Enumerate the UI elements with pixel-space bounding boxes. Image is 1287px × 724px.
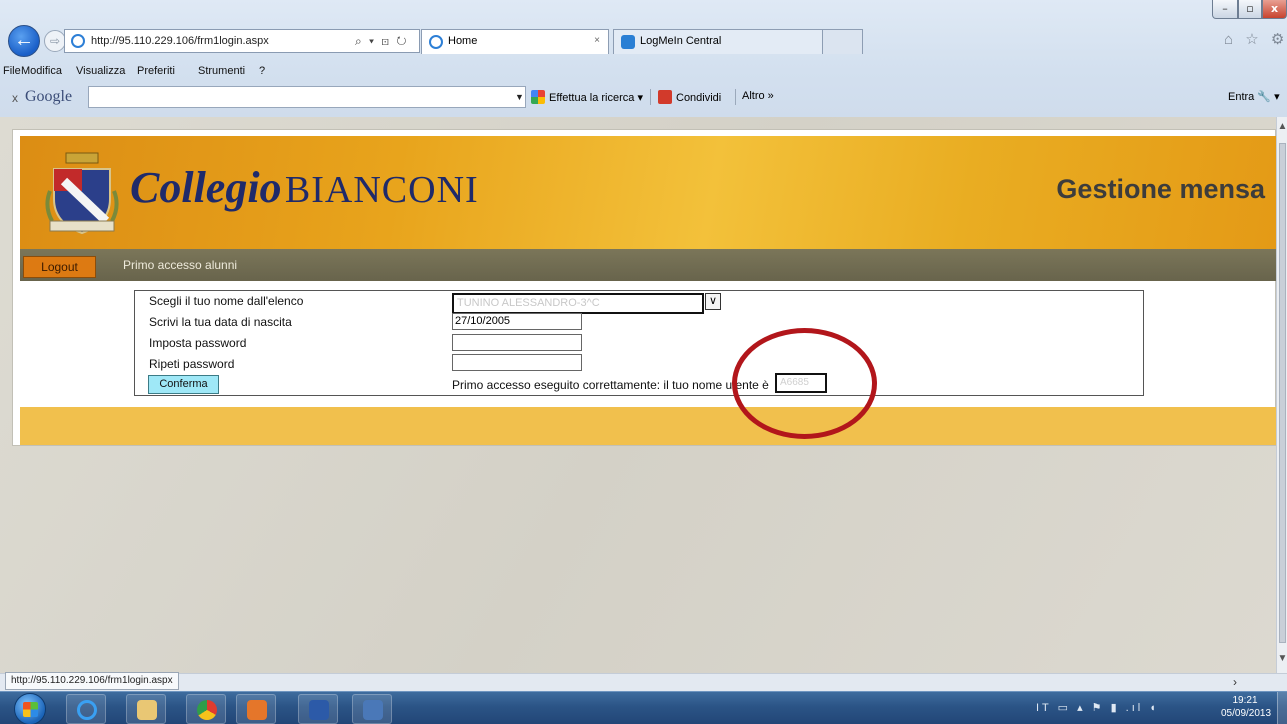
app-title: Gestione mensa xyxy=(1056,174,1265,204)
logout-button[interactable]: Logout xyxy=(23,256,96,278)
vertical-scrollbar[interactable]: ▲ ▼ xyxy=(1276,117,1287,673)
scroll-right-icon[interactable]: › xyxy=(1233,675,1237,689)
forward-button[interactable]: ⇨ xyxy=(44,30,66,52)
browser-chrome: – ▫ x ← ⇨ http://95.110.229.106/frm1logi… xyxy=(0,0,1287,117)
word-icon xyxy=(309,700,329,720)
folder-icon xyxy=(137,700,157,720)
title-bar: – ▫ x ← ⇨ http://95.110.229.106/frm1logi… xyxy=(0,0,1287,62)
chrome-icon xyxy=(197,700,217,720)
signin-button[interactable]: Entra 🔧 ▾ xyxy=(1228,90,1280,103)
new-tab-button[interactable] xyxy=(823,29,863,54)
ie-page-icon xyxy=(71,34,85,48)
remote-desktop-icon xyxy=(363,700,383,720)
close-window-button[interactable]: x xyxy=(1262,0,1287,19)
google-search-input[interactable] xyxy=(88,86,526,108)
repeat-password-input[interactable] xyxy=(452,354,582,371)
windows-logo-icon xyxy=(23,702,38,717)
share-button-label: Condividi xyxy=(676,92,722,104)
label-name: Scegli il tuo nome dall'elenco xyxy=(149,294,304,308)
page-viewport: Collegio BIANCONI Gestione mensa Logout … xyxy=(0,117,1277,673)
minimize-button[interactable]: – xyxy=(1212,0,1238,19)
taskbar-explorer[interactable] xyxy=(126,694,166,724)
scroll-up-icon[interactable]: ▲ xyxy=(1277,121,1287,132)
brand-logo: Collegio BIANCONI xyxy=(130,162,479,213)
google-logo: Google xyxy=(25,88,73,105)
scroll-thumb[interactable] xyxy=(1279,143,1286,643)
address-bar[interactable]: http://95.110.229.106/frm1login.aspx ⌕ ▾… xyxy=(64,29,420,53)
taskbar: IT ▭ ▴ ⚑ ▮ .ıl ◖ 19:21 05/09/2013 xyxy=(0,691,1287,724)
menu-file[interactable]: File xyxy=(3,65,21,77)
search-dropdown-icon[interactable]: ▼ xyxy=(515,92,524,102)
label-password: Imposta password xyxy=(149,336,247,350)
toolbar-separator xyxy=(650,89,651,105)
google-plus-icon xyxy=(658,90,672,104)
chevron-down-icon[interactable]: ∨ xyxy=(705,293,721,310)
taskbar-outlook[interactable] xyxy=(236,694,276,724)
taskbar-ie[interactable] xyxy=(66,694,106,724)
close-tab-icon[interactable]: × xyxy=(594,35,600,46)
menu-help[interactable]: ? xyxy=(259,65,265,77)
footer-band xyxy=(20,407,1277,445)
system-tray-icons[interactable]: IT ▭ ▴ ⚑ ▮ .ıl ◖ xyxy=(1036,701,1159,714)
start-button[interactable] xyxy=(14,693,46,724)
menu-visualizza[interactable]: Visualizza xyxy=(76,65,125,77)
name-select[interactable]: TUNINO ALESSANDRO-3^C xyxy=(452,293,704,314)
page-container: Collegio BIANCONI Gestione mensa Logout … xyxy=(12,129,1277,446)
red-highlight-circle xyxy=(732,328,877,439)
toolbar-close-icon[interactable]: x xyxy=(12,91,18,105)
taskbar-remote-desktop[interactable] xyxy=(352,694,392,724)
outlook-icon xyxy=(247,700,267,720)
brand-script: Collegio xyxy=(130,163,282,212)
internet-explorer-icon xyxy=(77,700,97,720)
taskbar-word[interactable] xyxy=(298,694,338,724)
site-banner: Collegio BIANCONI Gestione mensa xyxy=(20,136,1277,249)
nav-bar: Logout Primo accesso alunni xyxy=(20,249,1277,281)
label-birthdate: Scrivi la tua data di nascita xyxy=(149,315,292,329)
search-button[interactable]: Effettua la ricerca ▾ xyxy=(531,90,643,104)
confirm-button[interactable]: Conferma xyxy=(148,375,219,394)
tab-logmein-label: LogMeIn Central xyxy=(640,35,722,47)
tab-home-label: Home xyxy=(448,35,478,47)
search-button-label: Effettua la ricerca ▾ xyxy=(549,92,643,104)
password-input[interactable] xyxy=(452,334,582,351)
status-bar: http://95.110.229.106/frm1login.aspx › xyxy=(0,672,1287,691)
clock[interactable]: 19:21 05/09/2013 xyxy=(1221,694,1272,720)
menu-modifica[interactable]: Modifica xyxy=(21,65,62,77)
status-url: http://95.110.229.106/frm1login.aspx xyxy=(5,672,179,690)
label-repeat-password: Ripeti password xyxy=(149,357,235,371)
toolbar-separator xyxy=(735,89,736,105)
back-button[interactable]: ← xyxy=(8,25,40,57)
tab-logmein[interactable]: LogMeIn Central xyxy=(613,29,823,54)
more-button[interactable]: Altro » xyxy=(742,90,774,102)
google-search-icon xyxy=(531,90,545,104)
show-desktop-button[interactable] xyxy=(1277,692,1287,724)
menu-preferiti[interactable]: Preferiti xyxy=(137,65,175,77)
first-access-form: Scegli il tuo nome dall'elenco TUNINO AL… xyxy=(134,290,1144,396)
clock-date: 05/09/2013 xyxy=(1221,708,1272,719)
menu-bar: File Modifica Visualizza Preferiti Strum… xyxy=(0,62,1287,81)
share-button[interactable]: Condividi xyxy=(658,90,721,104)
taskbar-chrome[interactable] xyxy=(186,694,226,724)
clock-time: 19:21 xyxy=(1232,695,1258,706)
nav-link-first-access[interactable]: Primo accesso alunni xyxy=(123,258,237,272)
google-toolbar: x Google ▼ Effettua la ricerca ▾ Condivi… xyxy=(0,81,1287,114)
maximize-button[interactable]: ▫ xyxy=(1238,0,1262,19)
menu-strumenti[interactable]: Strumenti xyxy=(198,65,245,77)
brand-caps: BIANCONI xyxy=(284,169,479,211)
home-favorites-tools-icons[interactable]: ⌂ ☆ ⚙ xyxy=(1224,30,1287,48)
ie-tab-icon xyxy=(429,35,443,49)
address-url[interactable]: http://95.110.229.106/frm1login.aspx xyxy=(91,35,269,47)
address-tools-icons[interactable]: ⌕ ▾ ⊡ ↻ xyxy=(355,34,409,49)
logmein-tab-icon xyxy=(621,35,635,49)
scroll-down-icon[interactable]: ▼ xyxy=(1277,653,1287,664)
college-crest-icon xyxy=(45,152,119,235)
birthdate-input[interactable]: 27/10/2005 xyxy=(452,313,582,330)
tab-home[interactable]: Home × xyxy=(421,29,609,54)
result-message: Primo accesso eseguito correttamente: il… xyxy=(452,378,769,392)
